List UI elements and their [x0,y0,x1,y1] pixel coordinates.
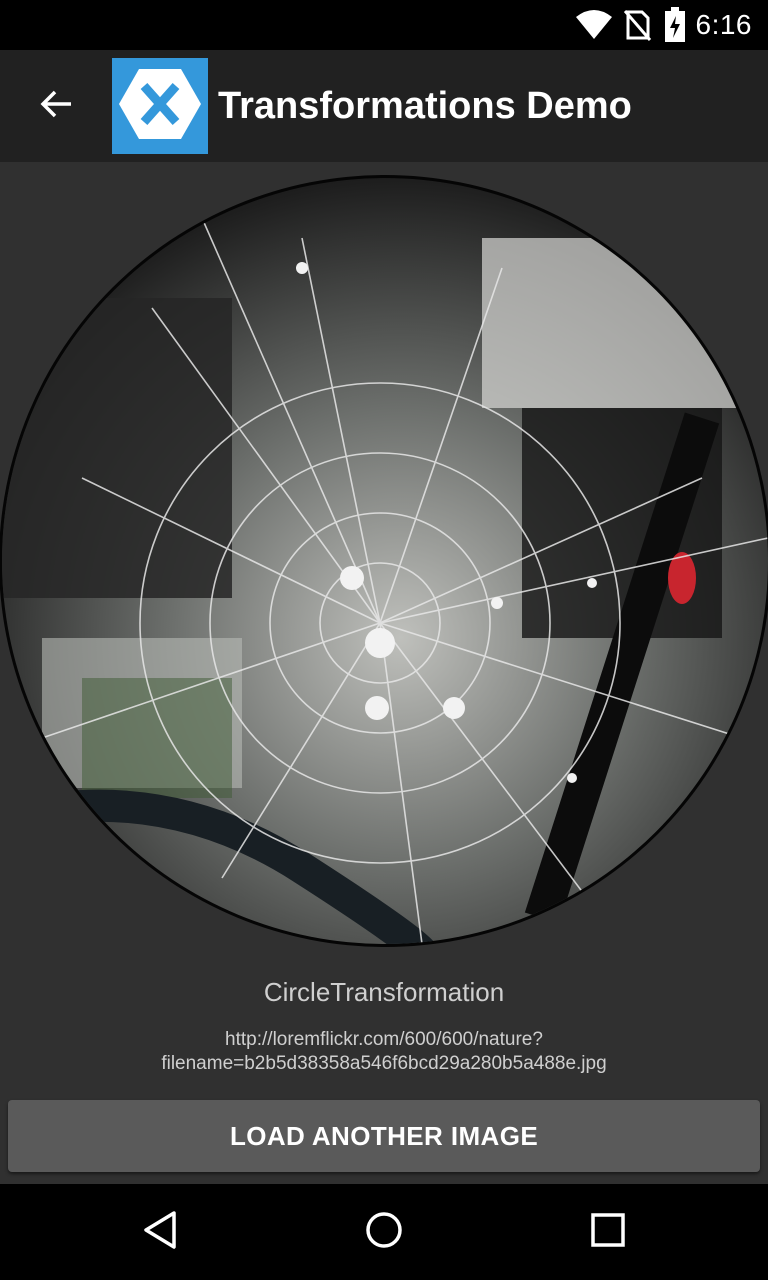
battery-charging-icon [664,7,686,43]
transformation-label: CircleTransformation [263,977,505,1007]
recents-square-icon [590,1212,626,1253]
status-bar: 6:16 [0,0,768,50]
back-triangle-icon [140,1210,180,1255]
home-circle-icon [364,1210,404,1255]
back-button[interactable] [24,82,88,130]
status-time: 6:16 [695,9,752,40]
nav-back-button[interactable] [128,1204,192,1260]
main-content: CircleTransformation http://loremflickr.… [0,162,768,1184]
load-another-image-button[interactable]: LOAD ANOTHER IMAGE [8,1100,760,1172]
image-url: http://loremflickr.com/600/600/nature? f… [0,1028,768,1076]
app-title: Transformations Demo [218,85,632,127]
app-bar: Transformations Demo [0,50,768,162]
image-url-line-2: filename=b2b5d38358a546f6bcd29a280b5a488… [161,1053,607,1074]
nav-home-button[interactable] [352,1204,416,1260]
no-sim-icon [622,8,652,42]
app-logo [112,58,208,154]
status-icons: 6:16 [574,0,768,50]
xamarin-logo-icon [117,66,203,147]
navigation-bar [0,1184,768,1280]
image-url-line-1: http://loremflickr.com/600/600/nature? [225,1029,543,1050]
arrow-back-icon [39,89,73,124]
spider-web-photo [2,178,768,944]
transformed-image [2,178,768,944]
nav-recents-button[interactable] [576,1204,640,1260]
wifi-icon [574,9,614,41]
